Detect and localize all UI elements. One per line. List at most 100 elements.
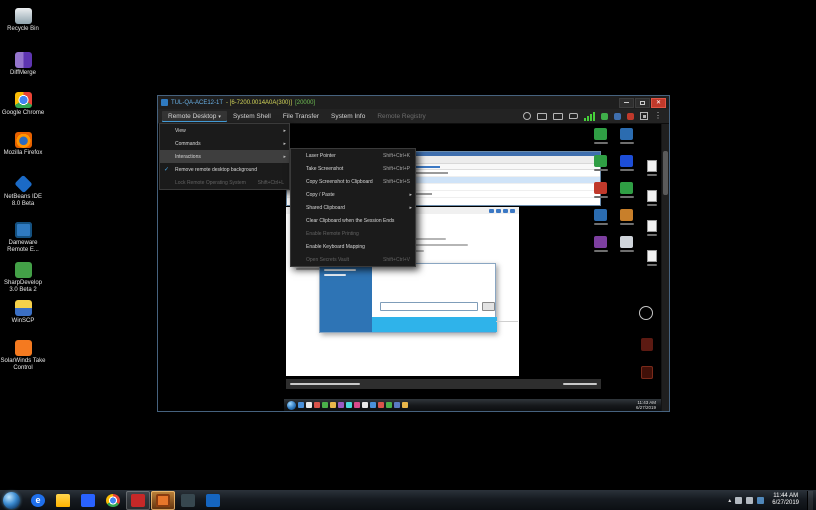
taskbar-app-red[interactable] <box>126 490 150 510</box>
submenu-item-clear-clipboard-when-session-ends[interactable]: Clear Clipboard when the Session Ends <box>291 214 415 227</box>
system-tray: ▴ 11:44 AM 6/27/2019 <box>728 490 813 510</box>
tray-action-center-icon[interactable] <box>757 496 765 504</box>
fullscreen-icon[interactable] <box>640 112 648 120</box>
remote-ok-button[interactable] <box>482 302 495 311</box>
menu-item-view[interactable]: View ▸ <box>160 124 289 137</box>
minimize-button[interactable] <box>619 97 634 108</box>
folder-icon <box>56 493 70 507</box>
dameware-icon <box>156 493 170 507</box>
menu-item-lock-remote-operating-system: Lock Remote Operating System Shift+Ctrl+… <box>175 179 284 186</box>
taskbar-app-blue[interactable] <box>201 491 225 510</box>
window-menubar: Remote Desktop ▾ System Shell File Transf… <box>158 109 669 124</box>
scrollbar-thumb[interactable] <box>663 151 668 195</box>
window-titlebar[interactable]: TUL-QA-ACE12-1T - [6-7200.0014A0A(300)] … <box>158 96 669 109</box>
monitor-icon[interactable] <box>537 112 547 120</box>
menu-item-interactions[interactable]: Interactions ▸ <box>160 150 289 163</box>
remote-installer-sidebar <box>320 264 372 332</box>
menubar-system-shell[interactable]: System Shell <box>227 111 277 122</box>
remote-progress-bar <box>372 317 497 332</box>
winscp-icon <box>14 300 32 316</box>
remote-taskbar[interactable]: 11:43 AM 6/27/2019 <box>284 399 661 411</box>
window-title-version: - [6-7200.0014A0A(300)] <box>226 99 293 106</box>
submenu-item-enable-keyboard-mapping[interactable]: Enable Keyboard Mapping <box>291 240 415 253</box>
menubar-remote-registry: Remote Registry <box>377 112 426 120</box>
submenu-item-enable-remote-printing: Enable Remote Printing <box>306 230 359 237</box>
desktop-icon-solarwinds[interactable]: SolarWinds Take Control <box>0 340 46 372</box>
status-red-icon[interactable] <box>627 112 634 120</box>
submenu-item-open-secrets-vault: Open Secrets Vault Shift+Ctrl+V <box>306 256 410 263</box>
menubar-system-info[interactable]: System Info <box>325 111 371 122</box>
desktop-icon-label: DiffMerge <box>10 70 36 76</box>
chevron-down-icon: ▾ <box>218 113 221 120</box>
remote-tray-clock[interactable]: 11:43 AM 6/27/2019 <box>636 400 658 410</box>
status-green-icon[interactable] <box>601 112 608 120</box>
remote-clock-icon[interactable] <box>639 306 653 320</box>
app-icon <box>161 99 168 106</box>
submenu-arrow-icon: ▸ <box>409 191 412 198</box>
tray-volume-icon[interactable] <box>746 496 754 504</box>
remote-start-button[interactable] <box>287 400 296 410</box>
taskbar-explorer[interactable] <box>51 491 75 510</box>
desktop-icon-netbeans[interactable]: NetBeans IDE 8.0 Beta <box>0 174 46 208</box>
desktop-icon-label: Dameware Remote E... <box>7 240 39 253</box>
submenu-item-laser-pointer[interactable]: Laser Pointer Shift+Ctrl+K <box>291 149 415 162</box>
remote-app-icon-red[interactable] <box>641 366 653 379</box>
tray-expand-icon[interactable]: ▴ <box>728 497 731 504</box>
menubar-file-transfer[interactable]: File Transfer <box>277 111 325 122</box>
remote-installer-body <box>372 264 497 332</box>
submenu-item-copy-screenshot-to-clipboard[interactable]: Copy Screenshot to Clipboard Shift+Ctrl+… <box>291 175 415 188</box>
desktop-icon-label: Recycle Bin <box>7 26 39 32</box>
taskbar-chrome[interactable] <box>101 491 125 510</box>
window-controls: ✕ <box>618 97 666 108</box>
tray-clock[interactable]: 11:44 AM 6/27/2019 <box>768 493 803 507</box>
overflow-menu-icon[interactable]: ⋮ <box>654 112 662 120</box>
maximize-button[interactable] <box>635 97 650 108</box>
media-player-icon <box>81 493 95 507</box>
chat-icon[interactable] <box>569 113 578 119</box>
remote-text-input[interactable] <box>380 302 478 311</box>
desktop-icon-label: Google Chrome <box>1 110 45 116</box>
window-title-port: [20000] <box>295 99 316 106</box>
viewport-scrollbar[interactable] <box>661 124 669 411</box>
desktop-icon-label: NetBeans IDE 8.0 Beta <box>3 194 43 207</box>
remote-document-icons[interactable] <box>647 160 657 266</box>
menu-item-commands[interactable]: Commands ▸ <box>160 137 289 150</box>
submenu-item-take-screenshot[interactable]: Take Screenshot Shift+Ctrl+P <box>291 162 415 175</box>
dark-app-icon <box>181 493 195 507</box>
taskbar-app-dark[interactable] <box>176 491 200 510</box>
remote-installer-dialog <box>319 263 497 333</box>
submenu-arrow-icon: ▸ <box>283 127 286 134</box>
desktop-icon-sharpdevelop[interactable]: SharpDevelop 3.0 Beta 2 <box>0 262 46 294</box>
remote-desktop-icons[interactable] <box>592 128 635 252</box>
submenu-item-copy-paste[interactable]: Copy / Paste ▸ <box>291 188 415 201</box>
tray-network-icon[interactable] <box>735 496 743 504</box>
show-desktop-button[interactable] <box>807 490 813 510</box>
netbeans-icon <box>13 174 33 194</box>
taskbar-media-player[interactable] <box>76 491 100 510</box>
remote-app-icon-dark[interactable] <box>641 338 653 351</box>
start-button[interactable] <box>3 491 20 509</box>
desktop-icon-recycle-bin[interactable]: Recycle Bin <box>0 8 46 33</box>
taskbar-ie[interactable]: e <box>26 491 50 510</box>
desktop-icon-label: WinSCP <box>11 318 35 324</box>
menubar-remote-desktop[interactable]: Remote Desktop ▾ <box>162 110 227 122</box>
monitors-icon[interactable] <box>553 112 563 120</box>
desktop-icon-diffmerge[interactable]: DiffMerge <box>0 52 46 77</box>
taskbar-dameware-active[interactable] <box>151 490 175 510</box>
desktop-icon-mozilla-firefox[interactable]: Mozilla Firefox <box>0 132 46 157</box>
chrome-icon <box>14 92 32 108</box>
latency-icon[interactable] <box>523 112 531 120</box>
menu-item-remove-remote-desktop-background[interactable]: ✓ Remove remote desktop background <box>160 163 289 176</box>
desktop-icon-dameware-remote[interactable]: Dameware Remote E... <box>0 222 46 254</box>
ie-icon: e <box>31 493 45 507</box>
recycle-bin-icon <box>14 8 32 24</box>
dameware-icon <box>14 222 32 238</box>
close-button[interactable]: ✕ <box>651 97 666 108</box>
chrome-icon <box>106 493 120 507</box>
submenu-item-shared-clipboard[interactable]: Shared Clipboard ▸ <box>291 201 415 214</box>
desktop-icon-google-chrome[interactable]: Google Chrome <box>0 92 46 117</box>
windows-taskbar: e ▴ 11:44 AM 6/27/2019 <box>0 489 816 510</box>
desktop-icon-label: Mozilla Firefox <box>3 150 43 156</box>
status-blue-icon[interactable] <box>614 112 621 120</box>
desktop-icon-winscp[interactable]: WinSCP <box>0 300 46 325</box>
